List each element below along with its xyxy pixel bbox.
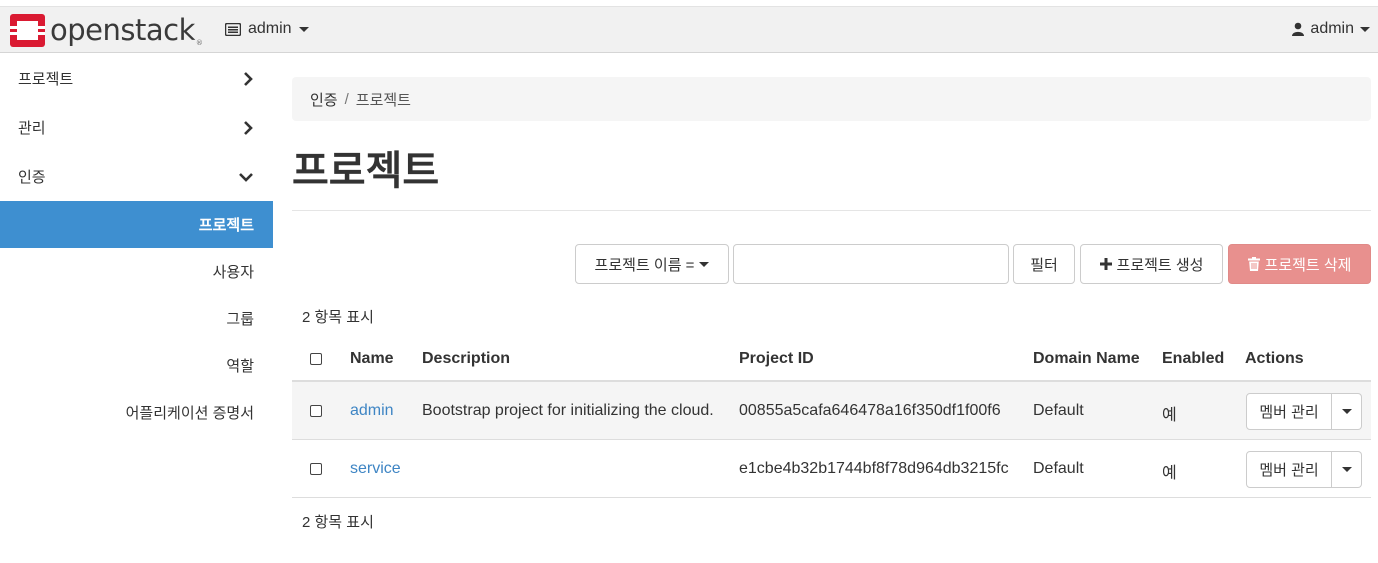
chevron-down-icon	[699, 261, 710, 267]
row-checkbox[interactable]	[310, 405, 322, 417]
openstack-logo-icon	[10, 13, 45, 47]
row-actions-dropdown[interactable]	[1332, 451, 1362, 488]
chevron-right-icon	[244, 71, 253, 86]
sidebar-group-label: 프로젝트	[18, 71, 74, 88]
filter-field-select[interactable]: 프로젝트 이름 =	[575, 244, 729, 284]
breadcrumb: 인증 / 프로젝트	[292, 77, 1371, 121]
chevron-down-icon	[239, 172, 253, 182]
project-enabled: 예	[1162, 465, 1177, 482]
sidebar-item-application-credentials[interactable]: 어플리케이션 증명서	[0, 389, 273, 436]
create-project-button[interactable]: 프로젝트 생성	[1080, 244, 1223, 284]
row-actions-dropdown[interactable]	[1332, 393, 1362, 430]
header-actions: Actions	[1245, 350, 1304, 367]
user-dropdown[interactable]: admin	[1292, 20, 1370, 38]
project-description: Bootstrap project for initializing the c…	[422, 402, 714, 419]
filter-field-label: 프로젝트 이름 =	[594, 256, 695, 274]
table-row: admin Bootstrap project for initializing…	[292, 382, 1371, 440]
manage-members-button[interactable]: 멤버 관리	[1246, 451, 1332, 488]
row-checkbox[interactable]	[310, 463, 322, 475]
item-count-top: 2 항목 표시	[302, 309, 374, 326]
divider	[292, 210, 1371, 211]
project-dropdown[interactable]: admin	[225, 20, 309, 38]
header-domain-name[interactable]: Domain Name	[1033, 350, 1140, 368]
sidebar-item-projects[interactable]: 프로젝트	[0, 201, 273, 248]
user-icon	[1292, 22, 1305, 36]
filter-input[interactable]	[733, 244, 1009, 284]
breadcrumb-current: 프로젝트	[355, 91, 411, 109]
table-row: service e1cbe4b32b1744bf8f78d964db3215fc…	[292, 440, 1371, 498]
sidebar-group-identity[interactable]: 인증	[0, 152, 273, 201]
delete-projects-button[interactable]: 프로젝트 삭제	[1228, 244, 1371, 284]
sidebar-item-users[interactable]: 사용자	[0, 248, 273, 295]
page-title: 프로젝트	[292, 149, 440, 193]
breadcrumb-parent[interactable]: 인증	[310, 89, 338, 110]
project-name-link[interactable]: admin	[350, 402, 394, 420]
sidebar-group-admin[interactable]: 관리	[0, 103, 273, 152]
chevron-down-icon	[1341, 409, 1352, 414]
chevron-down-icon	[298, 26, 309, 32]
sidebar-group-label: 인증	[18, 169, 46, 186]
row-actions: 멤버 관리	[1246, 451, 1362, 488]
header-project-id[interactable]: Project ID	[739, 350, 814, 368]
top-navbar: openstack® admin admin	[0, 6, 1378, 53]
header-name[interactable]: Name	[350, 350, 394, 368]
project-domain: Default	[1033, 402, 1084, 419]
registered-mark: ®	[195, 39, 203, 47]
trash-icon	[1247, 257, 1260, 271]
project-list-icon	[225, 22, 241, 36]
project-enabled: 예	[1162, 407, 1177, 424]
sidebar-item-roles[interactable]: 역할	[0, 342, 273, 389]
delete-projects-label: 프로젝트 삭제	[1264, 256, 1352, 274]
select-all-checkbox[interactable]	[310, 353, 322, 365]
header-enabled[interactable]: Enabled	[1162, 350, 1224, 368]
chevron-right-icon	[244, 120, 253, 135]
sidebar-group-project[interactable]: 프로젝트	[0, 54, 273, 103]
chevron-down-icon	[1360, 26, 1370, 32]
row-actions: 멤버 관리	[1246, 393, 1362, 430]
project-domain: Default	[1033, 460, 1084, 477]
breadcrumb-separator: /	[344, 90, 349, 108]
user-name: admin	[1310, 20, 1354, 37]
plus-icon	[1099, 258, 1112, 270]
create-project-label: 프로젝트 생성	[1116, 256, 1204, 274]
project-id: e1cbe4b32b1744bf8f78d964db3215fc	[739, 460, 1009, 477]
project-name: admin	[248, 20, 292, 37]
brand-name: openstack®	[50, 13, 203, 47]
table-header: Name Description Project ID Domain Name …	[292, 337, 1371, 382]
sidebar: 프로젝트 관리 인증 프로젝트 사용자 그룹 역할 어플리케이션 증명서	[0, 54, 273, 436]
filter-button-label: 필터	[1030, 256, 1058, 274]
manage-members-button[interactable]: 멤버 관리	[1246, 393, 1332, 430]
project-id: 00855a5cafa646478a16f350df1f00f6	[739, 402, 1001, 419]
item-count-bottom: 2 항목 표시	[302, 514, 374, 531]
sidebar-item-groups[interactable]: 그룹	[0, 295, 273, 342]
projects-table: Name Description Project ID Domain Name …	[292, 337, 1371, 498]
sidebar-group-label: 관리	[18, 120, 46, 137]
brand[interactable]: openstack®	[10, 13, 203, 47]
filter-button[interactable]: 필터	[1013, 244, 1075, 284]
chevron-down-icon	[1341, 467, 1352, 472]
project-name-link[interactable]: service	[350, 460, 401, 478]
header-description[interactable]: Description	[422, 350, 510, 368]
